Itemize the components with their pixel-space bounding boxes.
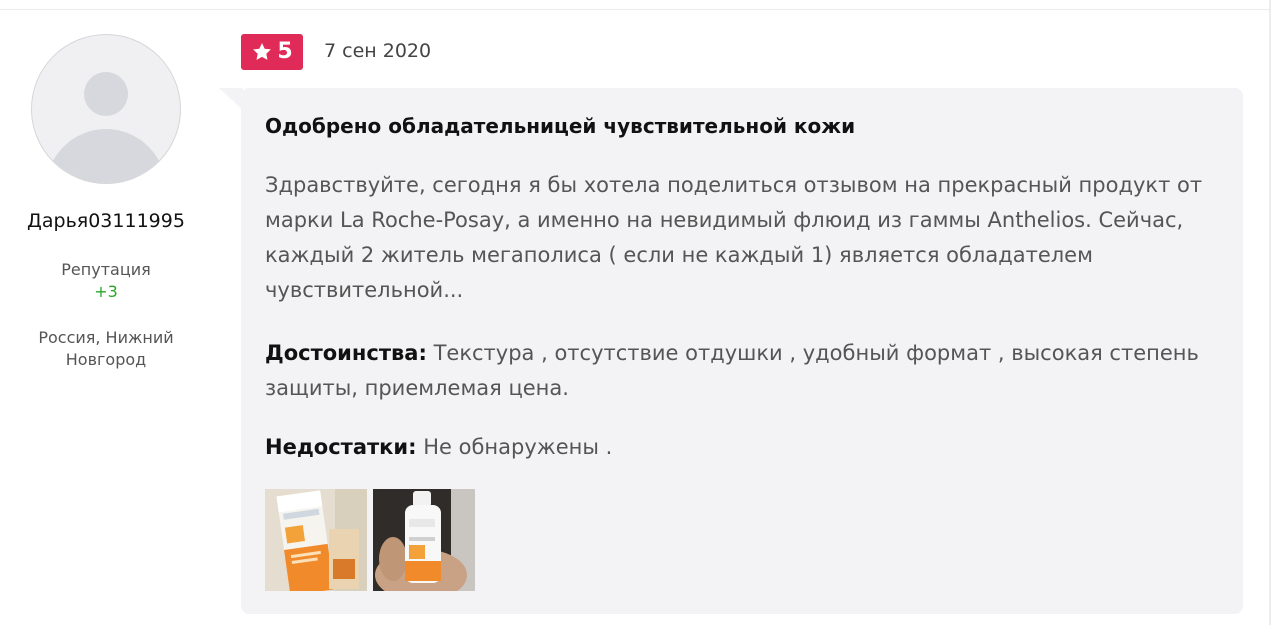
product-photo-box-image — [265, 489, 367, 591]
reputation-value: +3 — [94, 282, 118, 301]
rating-badge: 5 — [241, 34, 303, 70]
avatar-body-shape — [46, 129, 166, 183]
card-pointer — [219, 88, 243, 110]
cons-text: Не обнаружены . — [423, 435, 613, 459]
review-title[interactable]: Одобрено обладательницей чувствительной … — [265, 114, 1225, 138]
product-photo-bottle-in-hand[interactable] — [373, 489, 475, 591]
top-divider — [0, 9, 1271, 10]
author-location: Россия, Нижний Новгород — [38, 328, 174, 369]
review-page: Дарья03111995 Репутация +3 Россия, Нижни… — [0, 0, 1271, 625]
review-pros: Достоинства: Текстура , отсутствие отдуш… — [265, 336, 1225, 406]
author-name[interactable]: Дарья03111995 — [0, 210, 212, 232]
review-date: 7 сен 2020 — [324, 40, 432, 62]
pros-label: Достоинства: — [265, 341, 427, 365]
product-photo-box[interactable] — [265, 489, 367, 591]
avatar-head-shape — [84, 72, 128, 116]
review-body[interactable]: Здравствуйте, сегодня я бы хотела подели… — [265, 168, 1225, 308]
avatar-icon[interactable] — [31, 34, 181, 184]
cons-label: Недостатки: — [265, 435, 417, 459]
star-icon — [253, 43, 272, 60]
reputation-label: Репутация — [61, 260, 151, 279]
product-photo-bottle-image — [373, 489, 475, 591]
review-cons: Недостатки: Не обнаружены . — [265, 430, 1225, 465]
rating-value: 5 — [277, 39, 293, 64]
